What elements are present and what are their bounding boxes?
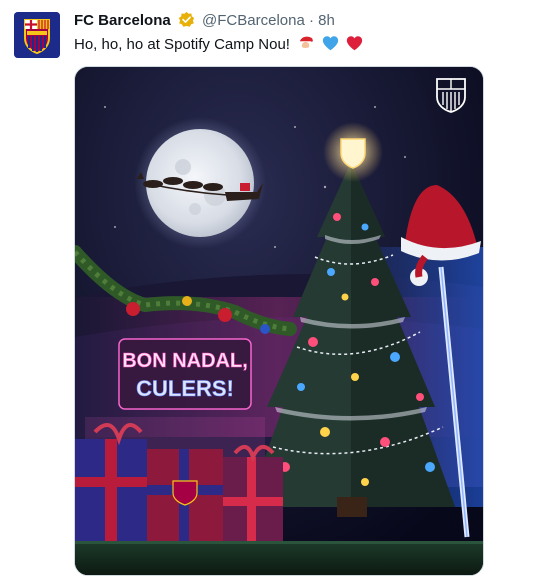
fcb-crest-icon (14, 12, 60, 58)
author-name[interactable]: FC Barcelona (74, 12, 171, 29)
tweet-image[interactable]: BON NADAL, CULERS! (74, 66, 484, 576)
tweet-text: Ho, ho, ho at Spotify Camp Nou! (74, 34, 363, 58)
neon-sign-line1: BON NADAL, (122, 350, 248, 372)
avatar[interactable] (14, 12, 60, 58)
red-heart-icon (346, 35, 363, 58)
timestamp[interactable]: 8h (318, 12, 335, 29)
santa-face-icon (297, 34, 316, 58)
author-handle[interactable]: @FCBarcelona (202, 12, 305, 29)
tweet-text-content: Ho, ho, ho at Spotify Camp Nou! (74, 36, 290, 53)
blue-heart-icon (322, 35, 339, 58)
tweet-header: FC Barcelona @FCBarcelona · 8h (74, 11, 335, 34)
separator-dot: · (309, 12, 314, 29)
neon-sign-line2: CULERS! (136, 376, 234, 401)
verified-badge-icon (178, 11, 195, 34)
christmas-illustration: BON NADAL, CULERS! (75, 67, 483, 575)
tweet[interactable]: FC Barcelona @FCBarcelona · 8h Ho, ho, h… (0, 0, 546, 580)
